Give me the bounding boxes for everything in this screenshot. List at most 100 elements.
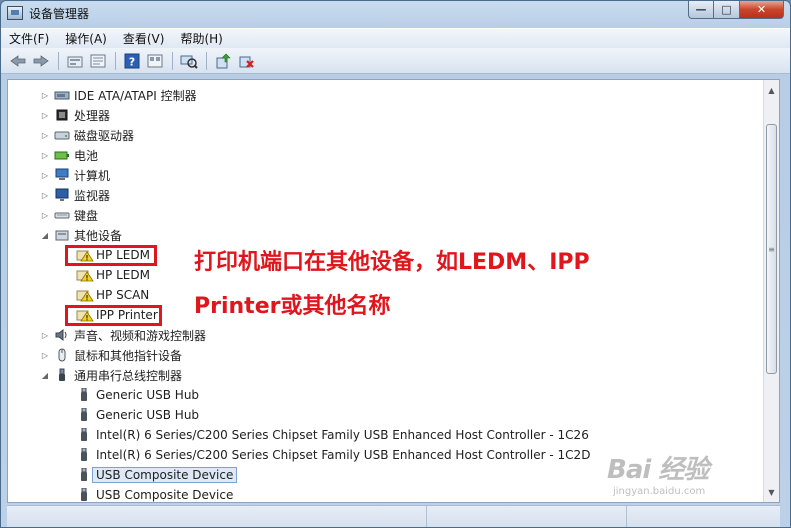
- tree-node[interactable]: USB Composite Device: [62, 465, 238, 485]
- back-arrow-icon[interactable]: [7, 51, 29, 71]
- sound-icon: [54, 328, 70, 342]
- tree-node-label: 电池: [74, 148, 99, 163]
- usb-plug-icon: [76, 487, 92, 502]
- tree-node-label: 处理器: [74, 108, 111, 123]
- update-driver-icon[interactable]: [212, 51, 234, 71]
- unknown-device-warning-icon: [76, 268, 94, 282]
- monitor-icon: [54, 188, 70, 202]
- tree-expander[interactable]: ▷: [40, 111, 50, 120]
- help-icon[interactable]: ?: [121, 51, 143, 71]
- menu-bar: 文件(F) 操作(A) 查看(V) 帮助(H): [1, 28, 790, 48]
- close-button[interactable]: ✕: [740, 1, 784, 19]
- tree-node[interactable]: ▷ 鼠标和其他指针设备: [40, 345, 182, 365]
- tree-node-label: Generic USB Hub: [96, 408, 200, 422]
- toolbar-separator: [206, 51, 207, 70]
- tree-node[interactable]: ◢ 通用串行总线控制器: [40, 365, 182, 385]
- tree-node[interactable]: ▷ 计算机: [40, 165, 110, 185]
- baidu-jingyan-watermark: Bai 经验 jingyan.baidu.com: [607, 449, 767, 509]
- tree-node-label: USB Composite Device: [96, 488, 234, 502]
- processor-icon: [54, 108, 70, 122]
- keyboard-icon: [54, 208, 70, 222]
- ide-controller-icon: [54, 88, 70, 102]
- usb-plug-icon: [76, 467, 92, 482]
- tree-node-label: Intel(R) 6 Series/C200 Series Chipset Fa…: [96, 428, 589, 442]
- scan-hardware-icon[interactable]: [178, 51, 200, 71]
- minimize-button[interactable]: —: [688, 1, 714, 19]
- tree-node[interactable]: Intel(R) 6 Series/C200 Series Chipset Fa…: [62, 425, 589, 445]
- tree-node[interactable]: ▷ 处理器: [40, 105, 110, 125]
- tree-expander[interactable]: ▷: [40, 331, 50, 340]
- tree-expander[interactable]: ▷: [40, 91, 50, 100]
- window-title: 设备管理器: [29, 6, 90, 21]
- status-pane: [427, 506, 627, 527]
- tree-node-label: Generic USB Hub: [96, 388, 200, 402]
- tree-node[interactable]: ▷ 磁盘驱动器: [40, 125, 134, 145]
- menu-help[interactable]: 帮助(H): [180, 30, 222, 47]
- unknown-device-warning-icon: [76, 288, 94, 302]
- vertical-scrollbar[interactable]: ▲ ≡ ▼: [763, 80, 779, 502]
- up-folder-icon[interactable]: [64, 51, 86, 71]
- tree-expander[interactable]: ▷: [40, 131, 50, 140]
- forward-arrow-icon[interactable]: [30, 51, 52, 71]
- tree-node-label: 声音、视频和游戏控制器: [74, 328, 207, 343]
- tree-node-label: 监视器: [74, 188, 111, 203]
- scroll-thumb[interactable]: ≡: [766, 124, 777, 374]
- tree-expander[interactable]: ▷: [40, 171, 50, 180]
- tree-node[interactable]: ◢ 其他设备: [40, 225, 122, 245]
- usb-plug-icon: [76, 447, 92, 462]
- svg-text:?: ?: [129, 55, 135, 68]
- disk-drive-icon: [54, 128, 70, 142]
- other-devices-icon: [54, 228, 70, 242]
- usb-controller-icon: [54, 368, 70, 382]
- tree-expander[interactable]: ◢: [40, 371, 50, 380]
- toolbar: ?: [1, 48, 790, 74]
- tree-node-label: 鼠标和其他指针设备: [74, 348, 183, 363]
- tree-node[interactable]: Generic USB Hub: [62, 385, 199, 405]
- tree-node-label: 计算机: [74, 168, 111, 183]
- device-tree-panel: ▷ IDE ATA/ATAPI 控制器 ▷ 处理器 ▷ 磁盘驱动器 ▷ 电池 ▷ 计算机 ▷ 监视器 ▷…: [7, 79, 780, 503]
- tree-node[interactable]: ▷ 监视器: [40, 185, 110, 205]
- tree-node[interactable]: HP LEDM: [62, 265, 150, 285]
- tree-node[interactable]: ▷ 声音、视频和游戏控制器: [40, 325, 206, 345]
- toolbar-separator: [115, 51, 116, 70]
- menu-action[interactable]: 操作(A): [65, 30, 107, 47]
- tree-node[interactable]: ▷ 电池: [40, 145, 98, 165]
- tree-node-label: 其他设备: [74, 228, 123, 243]
- tree-expander[interactable]: ◢: [40, 231, 50, 240]
- status-pane: [7, 506, 427, 527]
- tree-expander[interactable]: ▷: [40, 351, 50, 360]
- highlight-box-ipp-printer: [65, 305, 162, 326]
- maximize-button[interactable]: □: [714, 1, 740, 19]
- tree-expander[interactable]: ▷: [40, 191, 50, 200]
- menu-file[interactable]: 文件(F): [9, 30, 49, 47]
- device-manager-app-icon: [7, 6, 23, 20]
- scroll-up-button[interactable]: ▲: [764, 82, 779, 98]
- usb-plug-icon: [76, 427, 92, 442]
- title-bar[interactable]: 设备管理器 — □ ✕: [1, 1, 790, 25]
- toolbar-separator: [58, 51, 59, 70]
- tree-node[interactable]: HP SCAN: [62, 285, 149, 305]
- battery-icon: [54, 148, 70, 162]
- tree-expander[interactable]: ▷: [40, 151, 50, 160]
- tree-node-label: 通用串行总线控制器: [74, 368, 183, 383]
- highlight-box-hp-ledm: [65, 245, 157, 266]
- menu-view[interactable]: 查看(V): [123, 30, 165, 47]
- annotation-line-1: 打印机端口在其他设备，如LEDM、IPP: [194, 250, 590, 275]
- tree-node-label: USB Composite Device: [92, 467, 238, 483]
- view-icon[interactable]: [144, 51, 166, 71]
- tree-node[interactable]: ▷ 键盘: [40, 205, 98, 225]
- tree-node[interactable]: ▷ IDE ATA/ATAPI 控制器: [40, 85, 197, 105]
- tree-node-label: Intel(R) 6 Series/C200 Series Chipset Fa…: [96, 448, 591, 462]
- tree-node[interactable]: Intel(R) 6 Series/C200 Series Chipset Fa…: [62, 445, 590, 465]
- properties-icon[interactable]: [87, 51, 109, 71]
- tree-node-label: HP LEDM: [96, 268, 150, 282]
- computer-icon: [54, 168, 70, 182]
- watermark-logo: Bai 经验: [607, 455, 709, 485]
- mouse-icon: [54, 348, 70, 362]
- tree-node-label: HP SCAN: [96, 288, 150, 302]
- tree-node[interactable]: USB Composite Device: [62, 485, 234, 502]
- tree-node[interactable]: Generic USB Hub: [62, 405, 199, 425]
- tree-node-label: 键盘: [74, 208, 99, 223]
- uninstall-icon[interactable]: [235, 51, 257, 71]
- tree-expander[interactable]: ▷: [40, 211, 50, 220]
